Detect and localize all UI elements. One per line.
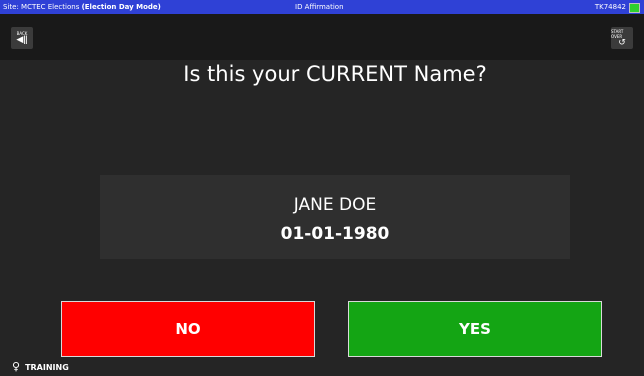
toolbar	[0, 14, 644, 60]
training-label: TRAINING	[25, 363, 69, 372]
voter-name: JANE DOE	[293, 195, 377, 215]
page-title: Is this your CURRENT Name?	[183, 62, 487, 86]
election-mode: (Election Day Mode)	[81, 3, 161, 11]
restart-icon: ↺	[618, 37, 626, 48]
yes-button[interactable]: YES	[348, 301, 602, 357]
screen-title: ID Affirmation	[295, 3, 344, 11]
start-over-label: START OVER	[611, 28, 624, 39]
battery-icon	[629, 3, 640, 13]
lightbulb-icon: ♀	[12, 360, 21, 373]
start-over-button[interactable]: START OVER ↺	[611, 27, 633, 49]
site-name: Site: MCTEC Elections	[3, 3, 82, 11]
speaker-icon: ◀ǁ	[16, 35, 28, 45]
voter-dob: 01-01-1980	[280, 224, 390, 244]
training-indicator: ♀ TRAINING	[12, 359, 69, 375]
back-button[interactable]: BACK ◀ǁ	[11, 27, 33, 49]
voter-info-panel: JANE DOE 01-01-1980	[100, 175, 570, 259]
site-label: Site: MCTEC Elections (Election Day Mode…	[3, 0, 161, 14]
no-button[interactable]: NO	[61, 301, 315, 357]
device-id: TK74842	[594, 3, 626, 11]
status-bar: Site: MCTEC Elections (Election Day Mode…	[0, 0, 644, 14]
